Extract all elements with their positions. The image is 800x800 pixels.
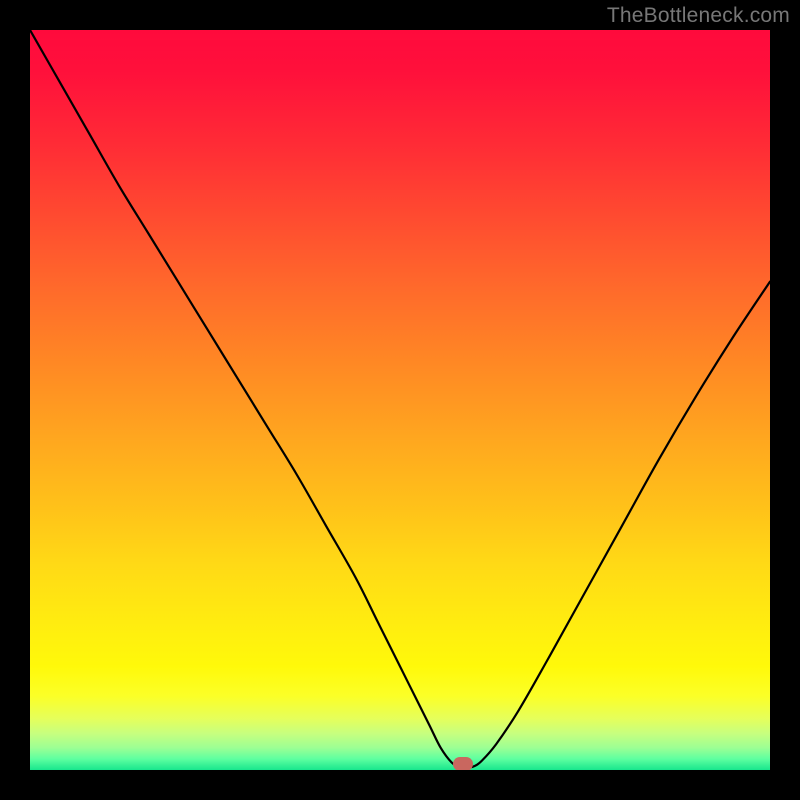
chart-container: TheBottleneck.com xyxy=(0,0,800,800)
plot-area xyxy=(30,30,770,770)
optimal-point-marker xyxy=(453,757,473,770)
bottleneck-curve xyxy=(30,30,770,770)
watermark-label: TheBottleneck.com xyxy=(607,4,790,28)
